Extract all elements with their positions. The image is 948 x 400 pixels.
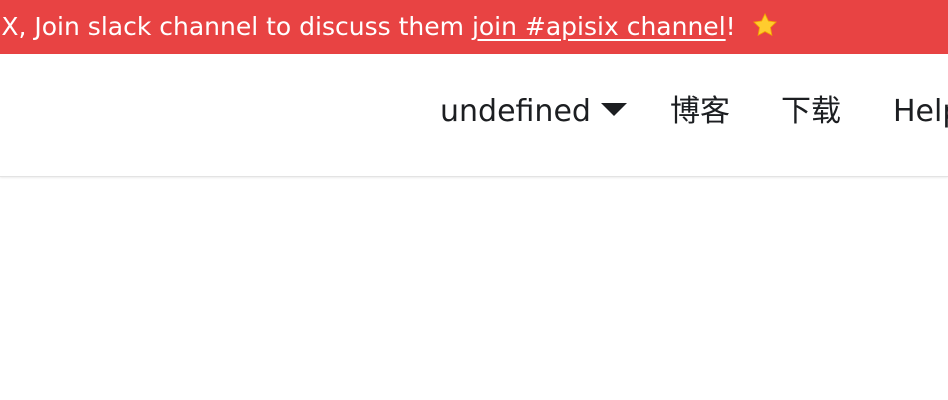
nav-item-download[interactable]: 下载 <box>781 92 841 132</box>
announcement-text: IX, Join slack channel to discuss them j… <box>0 0 778 54</box>
announcement-text-after: ! <box>725 12 736 41</box>
language-dropdown[interactable]: undefined <box>440 92 627 132</box>
star-icon <box>752 3 778 36</box>
join-slack-channel-link[interactable]: join #apisix channel <box>472 12 726 41</box>
announcement-text-before: IX, Join slack channel to discuss them <box>0 12 472 41</box>
nav-item-help[interactable]: Help <box>893 92 948 132</box>
nav-item-blog[interactable]: 博客 <box>670 92 730 132</box>
announcement-bar: IX, Join slack channel to discuss them j… <box>0 0 948 54</box>
caret-down-icon <box>600 103 627 116</box>
navbar-items: undefined 博客 下载 Help <box>0 54 948 176</box>
top-navbar: undefined 博客 下载 Help <box>0 54 948 177</box>
language-dropdown-label: undefined <box>440 94 591 129</box>
